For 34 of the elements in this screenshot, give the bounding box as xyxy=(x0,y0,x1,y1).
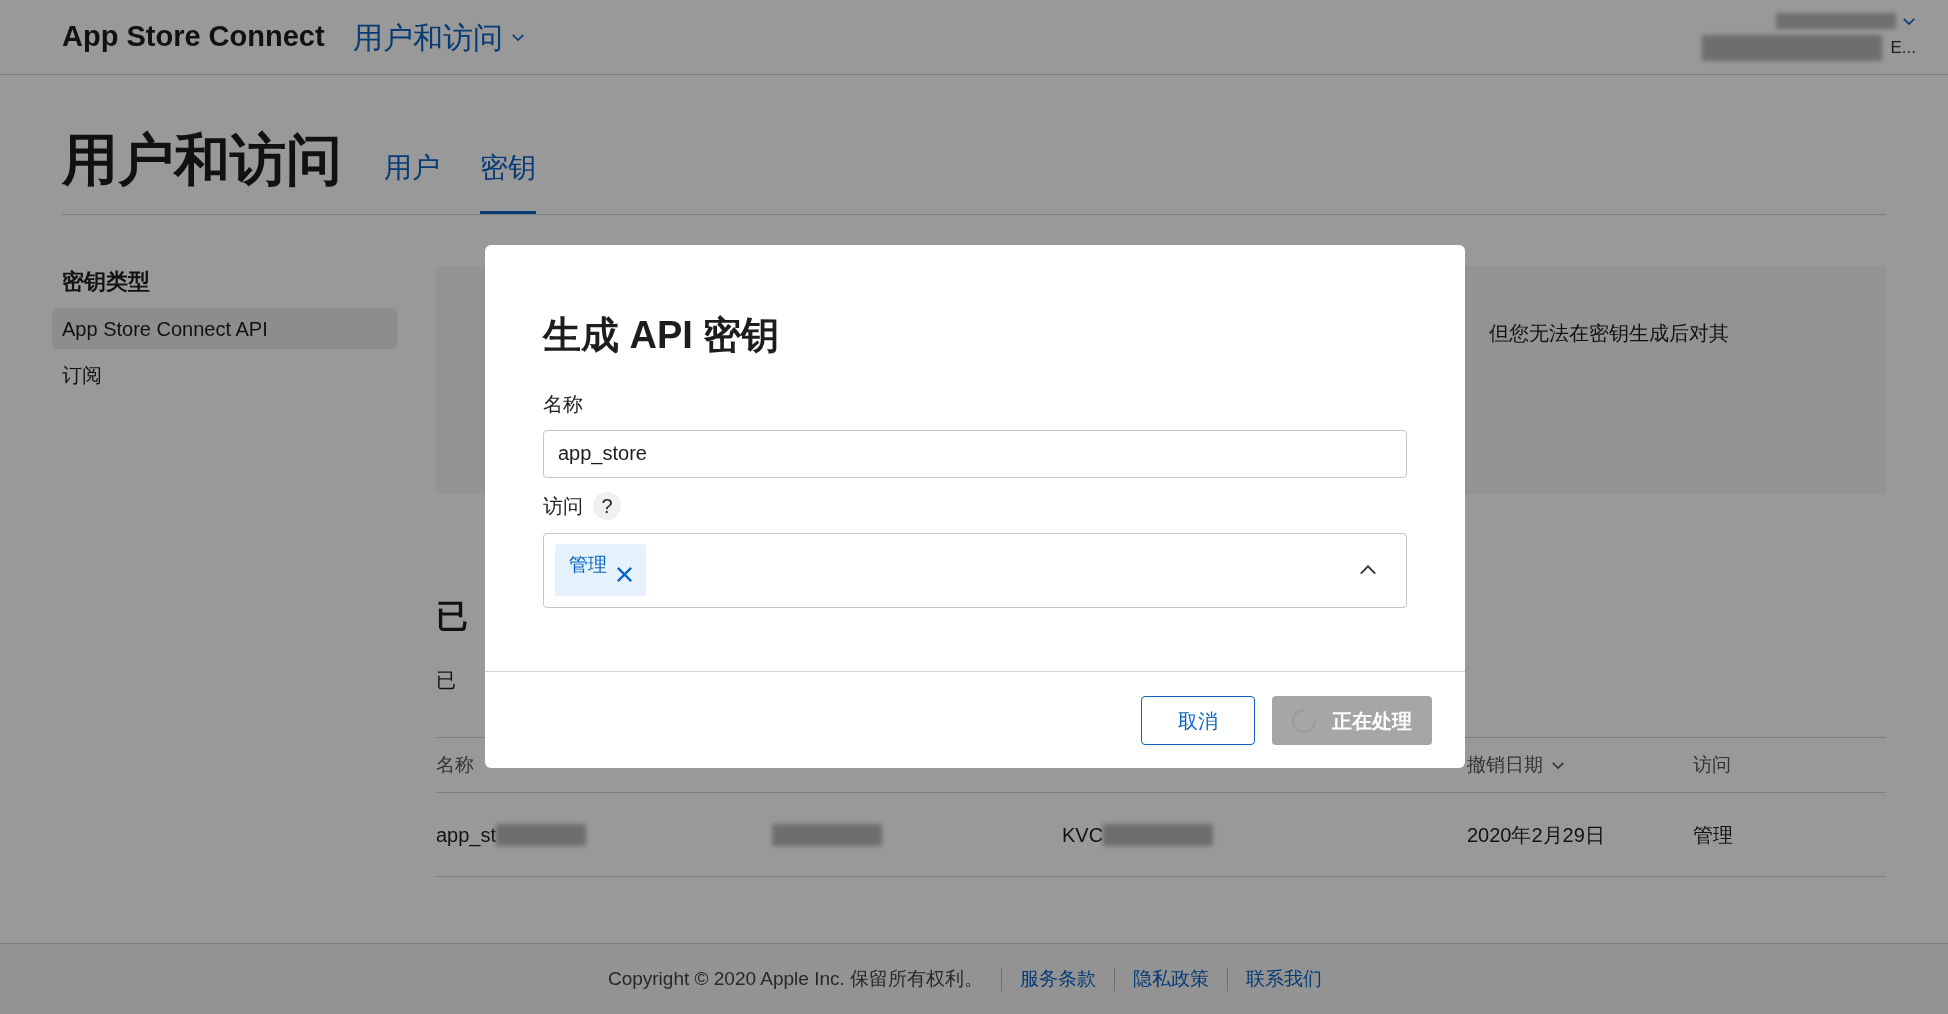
table-cell-text: 管理 xyxy=(1693,822,1734,848)
field-label: 访问 xyxy=(543,493,583,519)
app-title: App Store Connect xyxy=(62,19,325,55)
copyright-text: Copyright © 2020 Apple Inc. 保留所有权利。 xyxy=(607,966,985,991)
column-header[interactable]: 访问 xyxy=(1693,750,1886,780)
footer-link[interactable]: 隐私政策 xyxy=(1133,964,1210,994)
table-cell-text: app_st xyxy=(436,822,497,849)
access-tag: 管理 xyxy=(555,544,646,596)
footer-link[interactable]: 联系我们 xyxy=(1246,964,1323,994)
table-cell-text: KVC xyxy=(1062,822,1104,848)
name-field[interactable]: app_store xyxy=(543,429,1407,478)
chevron-down-icon[interactable] xyxy=(1902,16,1916,26)
page-title: 用户和访问 xyxy=(62,132,342,193)
sidebar-heading: 密钥类型 xyxy=(61,268,151,296)
account-name: E... xyxy=(1890,37,1916,60)
field-label: 名称 xyxy=(543,391,584,417)
section-heading: 已 xyxy=(436,597,469,636)
dialog-title: 生成 API 密钥 xyxy=(543,313,781,358)
table-cell-text: 2020年2月29日 xyxy=(1467,822,1606,848)
sidebar-item[interactable]: 订阅 xyxy=(52,354,397,395)
cancel-button[interactable]: 取消 xyxy=(1141,696,1255,745)
footer-link[interactable]: 服务条款 xyxy=(1020,964,1097,994)
info-text: 但您无法在密钥生成后对其 xyxy=(1489,321,1729,346)
close-icon[interactable] xyxy=(615,564,634,584)
column-header[interactable]: 撤销日期 xyxy=(1467,750,1693,780)
sidebar-item[interactable]: App Store Connect API xyxy=(52,308,397,349)
help-button[interactable]: ? xyxy=(593,491,621,520)
nav-menu[interactable]: 用户和访问 xyxy=(352,14,525,60)
chevron-up-icon xyxy=(1358,564,1378,576)
access-select[interactable]: 管理 xyxy=(543,532,1407,608)
section-description: 已 xyxy=(436,668,457,693)
tab[interactable]: 密钥 xyxy=(480,147,536,214)
tab[interactable]: 用户 xyxy=(384,147,440,214)
chevron-down-icon xyxy=(510,32,525,42)
